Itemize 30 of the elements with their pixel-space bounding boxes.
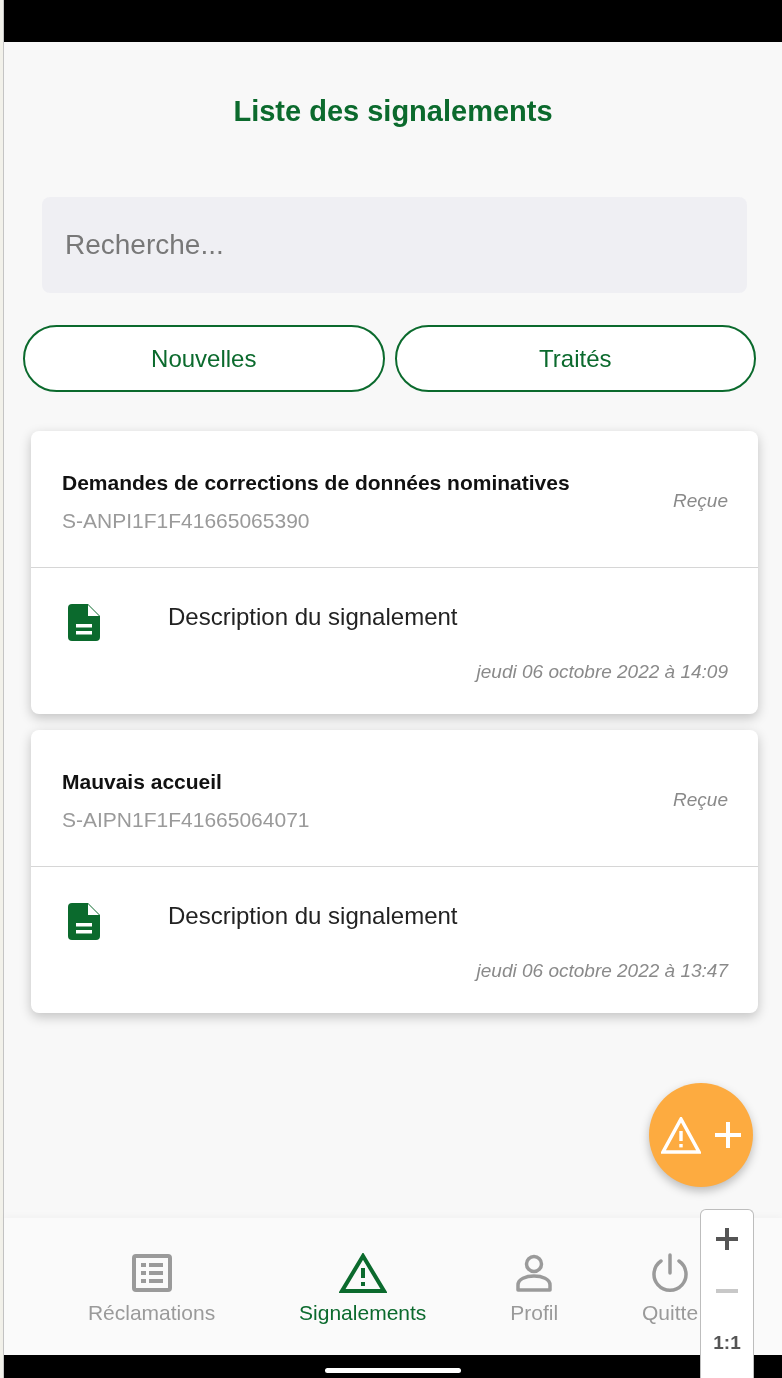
- warning-icon: [338, 1253, 387, 1293]
- warning-icon: [661, 1116, 701, 1154]
- list-icon: [131, 1253, 172, 1293]
- report-description: Description du signalement: [168, 901, 458, 931]
- report-date: jeudi 06 octobre 2022 à 14:09: [473, 660, 728, 684]
- plus-icon: [715, 1122, 741, 1148]
- page-title: Liste des signalements: [232, 94, 554, 129]
- report-card[interactable]: Mauvais accueil S-AIPN1F1F41665064071 Reçue Description du signalement jeudi 06 octobre 2022 à 13:47: [31, 730, 758, 1013]
- home-indicator-icon[interactable]: [325, 1368, 461, 1373]
- report-title: Demandes de corrections de données nominatives: [62, 470, 571, 496]
- plus-icon: [716, 1228, 738, 1250]
- report-title: Mauvais accueil: [62, 769, 223, 795]
- report-status: Reçue: [673, 489, 728, 514]
- report-reference: S-AIPN1F1F41665064071: [62, 807, 311, 833]
- document-icon: [68, 604, 100, 641]
- report-description: Description du signalement: [168, 602, 458, 632]
- filter-button[interactable]: Nouvelles: [23, 325, 385, 392]
- document-icon: [68, 903, 100, 940]
- minus-icon: [716, 1289, 738, 1293]
- person-icon: [516, 1253, 553, 1293]
- search-field[interactable]: Recherche...: [42, 197, 747, 293]
- zoom-reset-button[interactable]: 1:1: [701, 1317, 753, 1369]
- report-date: jeudi 06 octobre 2022 à 13:47: [473, 959, 728, 983]
- report-card[interactable]: Demandes de corrections de données nominatives S-ANPI1F1F41665065390 Reçue Description du signalement jeudi 06 octobre 2022 à 14:09: [31, 431, 758, 714]
- report-reference: S-ANPI1F1F41665065390: [62, 508, 311, 534]
- report-status: Reçue: [673, 788, 728, 813]
- filter-button[interactable]: Traités: [394, 325, 756, 392]
- add-report-button[interactable]: [649, 1083, 753, 1187]
- power-icon: [650, 1253, 691, 1293]
- nav-tab[interactable]: Signalements: [299, 1253, 427, 1326]
